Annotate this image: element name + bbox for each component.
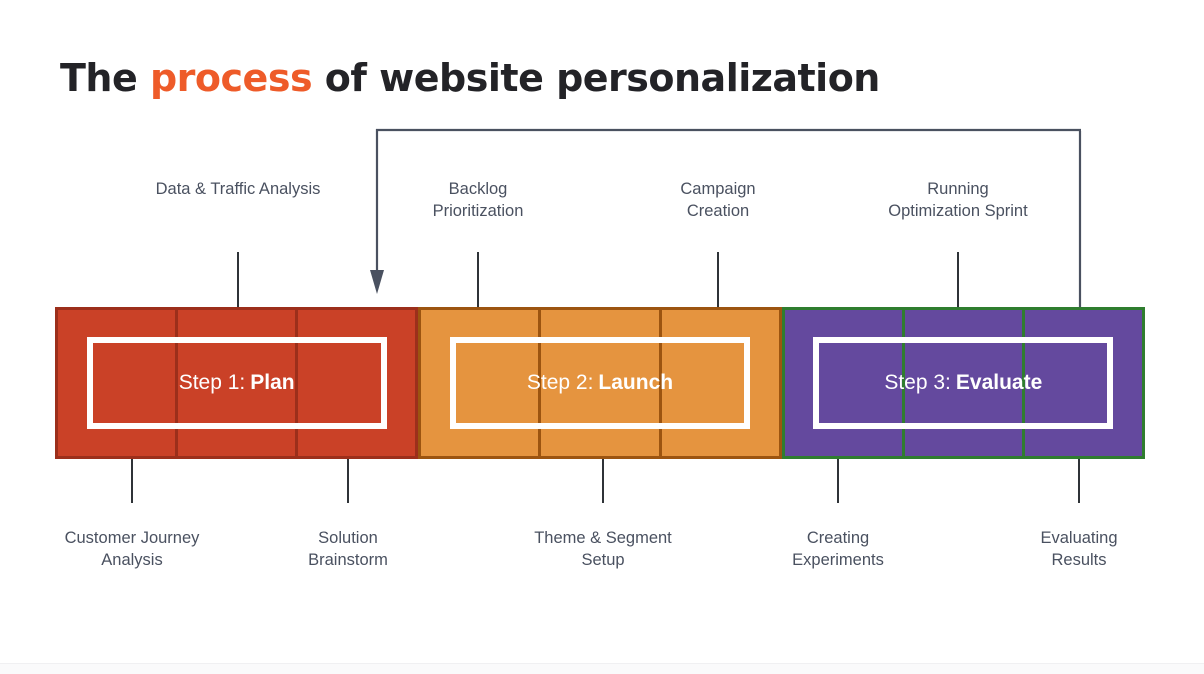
step-1-segment-1 (58, 310, 179, 456)
tick-theme-segment-setup (602, 459, 604, 503)
step-3-segment-3 (1025, 310, 1142, 456)
tick-backlog-prioritization-stub (477, 252, 479, 307)
caption-running-optimization-sprint: Running Optimization Sprint (888, 180, 1028, 220)
title-accent-word: process (149, 56, 313, 100)
step-1-segment-3 (298, 310, 415, 456)
step-1-plan[interactable]: Step 1: Plan (55, 307, 419, 459)
caption-solution-brainstorm: Solution Brainstorm (308, 529, 388, 569)
caption-theme-segment-setup: Theme & Segment Setup (534, 529, 672, 569)
feedback-arrowhead-icon (370, 270, 384, 294)
title-part-2: of website personalization (312, 56, 881, 100)
step-3-segment-1 (785, 310, 905, 456)
tick-campaign-creation (717, 252, 719, 307)
tick-evaluating-results (1078, 459, 1080, 503)
caption-creating-experiments: Creating Experiments (792, 529, 884, 569)
tick-running-optimization-sprint (957, 252, 959, 307)
tick-solution-brainstorm (347, 459, 349, 503)
caption-campaign-creation: Campaign Creation (680, 180, 756, 220)
tick-data-traffic-analysis (237, 252, 239, 307)
step-1-segment-2 (178, 310, 299, 456)
step-2-segment-2 (541, 310, 662, 456)
tick-customer-journey-analysis (131, 459, 133, 503)
step-3-segment-2 (905, 310, 1025, 456)
caption-data-traffic-analysis: Data & Traffic Analysis (155, 180, 321, 198)
title-part-1: The (60, 56, 150, 100)
process-bar: Step 1: Plan Step 2: Launch Step 3: Evaluat… (55, 307, 1145, 459)
page-title: The process of website personalization (60, 56, 880, 100)
step-2-segment-3 (662, 310, 779, 456)
caption-evaluating-results: Evaluating Results (1040, 529, 1118, 569)
caption-backlog-prioritization: Backlog Prioritization (432, 180, 524, 220)
bottom-strip (0, 663, 1204, 674)
step-3-evaluate[interactable]: Step 3: Evaluate (781, 307, 1145, 459)
tick-creating-experiments (837, 459, 839, 503)
step-2-launch[interactable]: Step 2: Launch (418, 307, 782, 459)
caption-customer-journey-analysis: Customer Journey Analysis (64, 529, 200, 569)
diagram-canvas: The process of website personalization S… (0, 0, 1204, 674)
step-2-segment-1 (421, 310, 542, 456)
